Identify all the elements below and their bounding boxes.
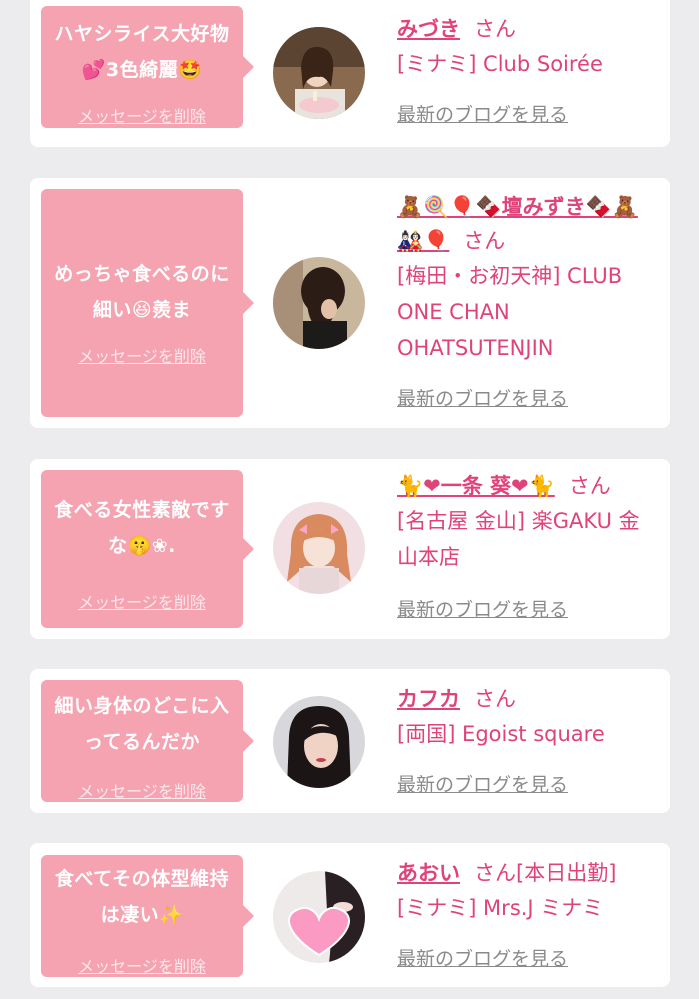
latest-blog-link[interactable]: 最新のブログを見る — [397, 595, 568, 622]
sender-name[interactable]: あおい — [397, 861, 460, 885]
message-text: 食べてその体型維持は凄い✨ — [54, 868, 230, 926]
message-card: めっちゃ食べるのに細い😆羨ま メッセージを削除 🧸🍭🎈🍫壇みずき🍫🧸🎎🎈 さん [… — [30, 178, 670, 428]
message-text: 細い身体のどこに入ってるんだか — [54, 695, 230, 753]
avatar[interactable] — [273, 257, 365, 349]
sender-info: 🧸🍭🎈🍫壇みずき🍫🧸🎎🎈 さん [梅田・お初天神] CLUB ONE CHAN O… — [397, 190, 665, 410]
sender-info: カフカ さん [両国] Egoist square 最新のブログを見る — [397, 682, 665, 796]
shop-name: [梅田・お初天神] CLUB ONE CHAN OHATSUTENJIN — [397, 264, 623, 360]
shop-name: [名古屋 金山] 楽GAKU 金山本店 — [397, 509, 640, 569]
sender-name[interactable]: 🐈❤一条 葵❤🐈 — [397, 474, 555, 498]
message-bubble: 食べてその体型維持は凄い✨ メッセージを削除 — [41, 855, 254, 977]
latest-blog-link[interactable]: 最新のブログを見る — [397, 944, 568, 971]
sender-name[interactable]: みづき — [397, 17, 460, 41]
message-card: 食べる女性素敵ですな🤫❀. メッセージを削除 🐈❤一条 葵❤🐈 さん [名古屋 金… — [30, 459, 670, 639]
honorific: さん[本日出勤] — [474, 861, 617, 885]
sender-name[interactable]: 🧸🍭🎈🍫壇みずき🍫🧸🎎🎈 — [397, 195, 638, 253]
shop-name: [両国] Egoist square — [397, 722, 605, 746]
honorific: さん — [474, 687, 516, 711]
message-card: 細い身体のどこに入ってるんだか メッセージを削除 カフカ さん [両国] Egoi… — [30, 669, 670, 813]
avatar[interactable] — [273, 871, 365, 963]
delete-message-link[interactable]: メッセージを削除 — [41, 589, 243, 613]
delete-message-link[interactable]: メッセージを削除 — [41, 343, 243, 367]
message-text: めっちゃ食べるのに細い😆羨ま — [54, 263, 230, 321]
message-text: ハヤシライス大好物💕3色綺麗🤩 — [54, 23, 230, 81]
message-card: 食べてその体型維持は凄い✨ メッセージを削除 あおい さん[本日出勤] [ミナミ]… — [30, 843, 670, 987]
message-bubble: 食べる女性素敵ですな🤫❀. メッセージを削除 — [41, 470, 254, 628]
delete-message-link[interactable]: メッセージを削除 — [41, 953, 243, 977]
sender-info: あおい さん[本日出勤] [ミナミ] Mrs.J ミナミ 最新のブログを見る — [397, 856, 665, 970]
message-card: ハヤシライス大好物💕3色綺麗🤩 メッセージを削除 みづき さん [ミナミ] Clu… — [30, 0, 670, 147]
shop-name: [ミナミ] Club Soirée — [397, 52, 603, 76]
delete-message-link[interactable]: メッセージを削除 — [41, 103, 243, 127]
message-bubble: ハヤシライス大好物💕3色綺麗🤩 メッセージを削除 — [41, 6, 254, 128]
honorific: さん — [568, 474, 611, 498]
honorific: さん — [474, 17, 516, 41]
avatar[interactable] — [273, 502, 365, 594]
message-bubble: 細い身体のどこに入ってるんだか メッセージを削除 — [41, 680, 254, 802]
latest-blog-link[interactable]: 最新のブログを見る — [397, 100, 568, 127]
avatar[interactable] — [273, 27, 365, 119]
delete-message-link[interactable]: メッセージを削除 — [41, 778, 243, 802]
latest-blog-link[interactable]: 最新のブログを見る — [397, 384, 568, 411]
honorific: さん — [463, 229, 506, 253]
sender-info: 🐈❤一条 葵❤🐈 さん [名古屋 金山] 楽GAKU 金山本店 最新のブログを見る — [397, 469, 665, 621]
latest-blog-link[interactable]: 最新のブログを見る — [397, 770, 568, 797]
message-list: ハヤシライス大好物💕3色綺麗🤩 メッセージを削除 みづき さん [ミナミ] Clu… — [0, 0, 699, 999]
message-bubble: めっちゃ食べるのに細い😆羨ま メッセージを削除 — [41, 189, 254, 417]
avatar[interactable] — [273, 696, 365, 788]
sender-info: みづき さん [ミナミ] Club Soirée 最新のブログを見る — [397, 12, 665, 126]
message-text: 食べる女性素敵ですな🤫❀. — [54, 499, 230, 557]
sender-name[interactable]: カフカ — [397, 687, 460, 711]
shop-name: [ミナミ] Mrs.J ミナミ — [397, 896, 604, 920]
